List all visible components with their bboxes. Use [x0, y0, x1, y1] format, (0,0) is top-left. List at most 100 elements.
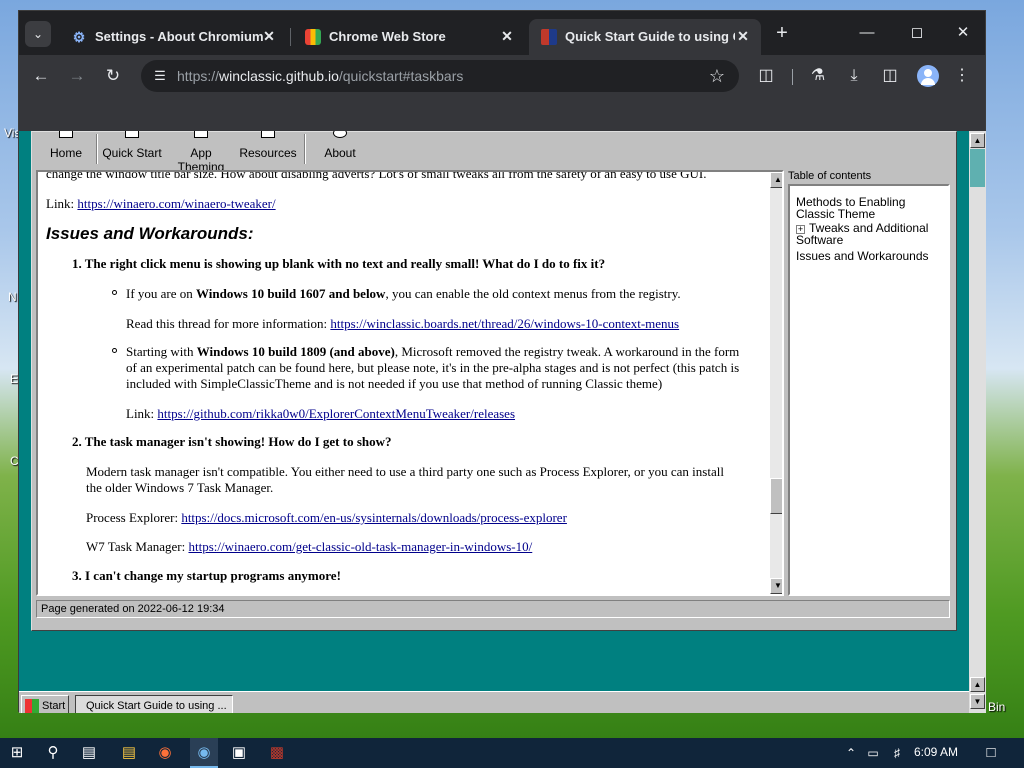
windows-logo-icon — [25, 699, 39, 713]
clock[interactable]: 6:09 AM — [914, 745, 958, 759]
chromium-icon[interactable]: ◉ — [193, 742, 215, 764]
task-view-icon[interactable]: ▤ — [78, 742, 100, 764]
table-of-contents: Methods to Enabling Classic Theme + Tweak… — [788, 184, 950, 596]
paragraph-text: included with SimpleClassicTheme and is … — [126, 376, 663, 391]
toolbar-divider — [792, 69, 793, 85]
close-icon[interactable]: ✕ — [735, 28, 751, 44]
windows-classic-app-icon[interactable]: ▩ — [266, 742, 288, 764]
new-tab-button[interactable]: + — [771, 23, 793, 45]
scroll-up-arrow-icon[interactable]: ▲ — [970, 677, 985, 692]
close-icon[interactable]: ✕ — [261, 28, 277, 44]
notifications-icon[interactable]: □ — [980, 742, 1002, 764]
link-line: W7 Task Manager: https://winaero.com/get… — [86, 539, 533, 554]
scroll-down-arrow-icon[interactable]: ▼ — [770, 578, 782, 594]
paragraph-text: Modern task manager isn't compatible. Yo… — [86, 464, 724, 479]
bullet-icon — [112, 290, 117, 295]
desktop-icon-label[interactable]: Bin — [988, 700, 1005, 714]
reload-button[interactable]: ↻ — [101, 65, 125, 87]
tab-title: Chrome Web Store — [329, 29, 446, 44]
scroll-up-arrow-icon[interactable]: ▲ — [970, 133, 985, 148]
scroll-down-arrow-icon[interactable]: ▼ — [970, 694, 985, 709]
classic-taskbar: Start Quick Start Guide to using ... — [19, 691, 969, 713]
close-window-button[interactable]: ✕ — [951, 23, 975, 45]
labs-flask-icon[interactable]: ⚗ — [807, 65, 829, 87]
search-icon[interactable]: ⚲ — [42, 742, 64, 764]
maximize-button[interactable]: ◻ — [905, 23, 929, 45]
browser-window: ⌄ ⚙ Settings - About Chromium ✕ Chrome W… — [18, 10, 986, 713]
volume-muted-icon[interactable]: ♯ — [886, 742, 908, 764]
scroll-thumb[interactable] — [770, 478, 782, 514]
remote-desktop-icon[interactable]: ▣ — [228, 742, 250, 764]
document-pane: change the window title bar size. How ab… — [36, 170, 784, 596]
windows-taskbar: ⊞ ⚲ ▤ ▤ ◉ ◉ ▣ ▩ ⌃ ▭ ♯ 6:09 AM □ — [0, 738, 1024, 768]
scroll-up-arrow-icon[interactable]: ▲ — [770, 172, 782, 188]
gear-icon: ⚙ — [72, 29, 86, 45]
section-heading: Issues and Workarounds: — [46, 224, 254, 243]
quick-start-button[interactable]: Quick Start — [100, 131, 164, 164]
paragraph-text: the older Windows 7 Task Manager. — [86, 480, 274, 495]
tab-search-button[interactable]: ⌄ — [25, 21, 51, 47]
document-scrollbar[interactable]: ▲ ▼ — [770, 172, 782, 594]
toc-item[interactable]: Issues and Workarounds — [796, 250, 944, 262]
forward-button[interactable]: → — [65, 65, 89, 87]
quick-start-icon — [125, 131, 139, 138]
list-item: 3. I can't change my startup programs an… — [72, 568, 341, 583]
back-button[interactable]: ← — [29, 65, 53, 87]
home-icon — [59, 131, 73, 138]
extensions-icon[interactable]: ◫ — [755, 65, 777, 87]
toc-item[interactable]: + Tweaks and Additional Software — [796, 222, 944, 246]
side-panel-icon[interactable]: ◫ — [879, 65, 901, 87]
list-item: 1. The right click menu is showing up bl… — [72, 256, 606, 271]
toolbar-separator — [304, 134, 306, 164]
process-explorer-link[interactable]: https://docs.microsoft.com/en-us/sysinte… — [181, 510, 567, 525]
url-text[interactable]: https://winclassic.github.io/quickstart#… — [177, 68, 463, 84]
about-icon — [333, 131, 347, 138]
minimize-button[interactable]: — — [855, 23, 879, 45]
close-icon[interactable]: ✕ — [499, 28, 515, 44]
classic-taskbar-task[interactable]: Quick Start Guide to using ... — [75, 695, 233, 713]
list-item: 2. The task manager isn't showing! How d… — [72, 434, 392, 449]
link-line: Process Explorer: https://docs.microsoft… — [86, 510, 567, 525]
windows-start-icon[interactable]: ⊞ — [6, 742, 28, 764]
bookmark-star-icon[interactable]: ☆ — [707, 66, 727, 86]
w7-task-manager-link[interactable]: https://winaero.com/get-classic-old-task… — [188, 539, 532, 554]
file-explorer-icon[interactable]: ▤ — [118, 742, 140, 764]
app-theming-button[interactable]: App Theming — [166, 131, 236, 174]
tab-title: Quick Start Guide to using Cla — [565, 29, 735, 44]
download-icon[interactable]: ⤓ — [843, 65, 865, 87]
address-bar[interactable]: ☰ https://winclassic.github.io/quickstar… — [141, 60, 739, 92]
toc-title: Table of contents — [788, 170, 872, 182]
scroll-thumb[interactable] — [970, 149, 985, 187]
page-scrollbar[interactable]: ▲ ▲ ▼ — [969, 131, 986, 713]
link-line: Link: https://github.com/rikka0w0/Explor… — [126, 406, 516, 421]
menu-kebab-icon[interactable]: ⋮ — [951, 65, 973, 87]
classic-start-button[interactable]: Start — [21, 695, 69, 713]
desktop-icon-label[interactable]: E — [10, 372, 18, 386]
home-button[interactable]: Home — [40, 131, 92, 164]
tab-settings[interactable]: ⚙ Settings - About Chromium ✕ — [59, 19, 287, 55]
resources-icon — [261, 131, 275, 138]
context-menu-tweaker-link[interactable]: https://github.com/rikka0w0/ExplorerCont… — [157, 406, 515, 421]
toolbar-separator — [96, 134, 98, 164]
tab-title: Settings - About Chromium — [95, 29, 264, 44]
app-toolbar: Home Quick Start App Theming Resources A… — [36, 131, 356, 174]
resources-button[interactable]: Resources — [238, 131, 298, 164]
network-icon[interactable]: ▭ — [862, 742, 884, 764]
chevron-up-icon[interactable]: ⌃ — [840, 742, 862, 764]
webstore-icon — [305, 29, 321, 45]
profile-avatar[interactable] — [917, 65, 939, 87]
classic-app-window: Home Quick Start App Theming Resources A… — [31, 131, 957, 631]
firefox-icon[interactable]: ◉ — [154, 742, 176, 764]
tab-chrome-web-store[interactable]: Chrome Web Store ✕ — [293, 19, 525, 55]
winaero-tweaker-link[interactable]: https://winaero.com/winaero-tweaker/ — [77, 196, 275, 211]
paragraph-text: change the window title bar size. How ab… — [46, 170, 707, 181]
site-info-icon[interactable]: ☰ — [151, 67, 169, 85]
tab-quick-start-guide[interactable]: Quick Start Guide to using Cla ✕ — [529, 19, 761, 55]
tab-strip: ⌄ ⚙ Settings - About Chromium ✕ Chrome W… — [19, 11, 985, 55]
tab-separator — [290, 28, 291, 46]
about-button[interactable]: About — [316, 131, 364, 164]
context-menus-thread-link[interactable]: https://winclassic.boards.net/thread/26/… — [330, 316, 679, 331]
status-bar: Page generated on 2022-06-12 19:34 — [36, 600, 950, 618]
toc-item[interactable]: Methods to Enabling Classic Theme — [796, 196, 944, 220]
desktop-icon-label[interactable]: N — [8, 290, 17, 304]
